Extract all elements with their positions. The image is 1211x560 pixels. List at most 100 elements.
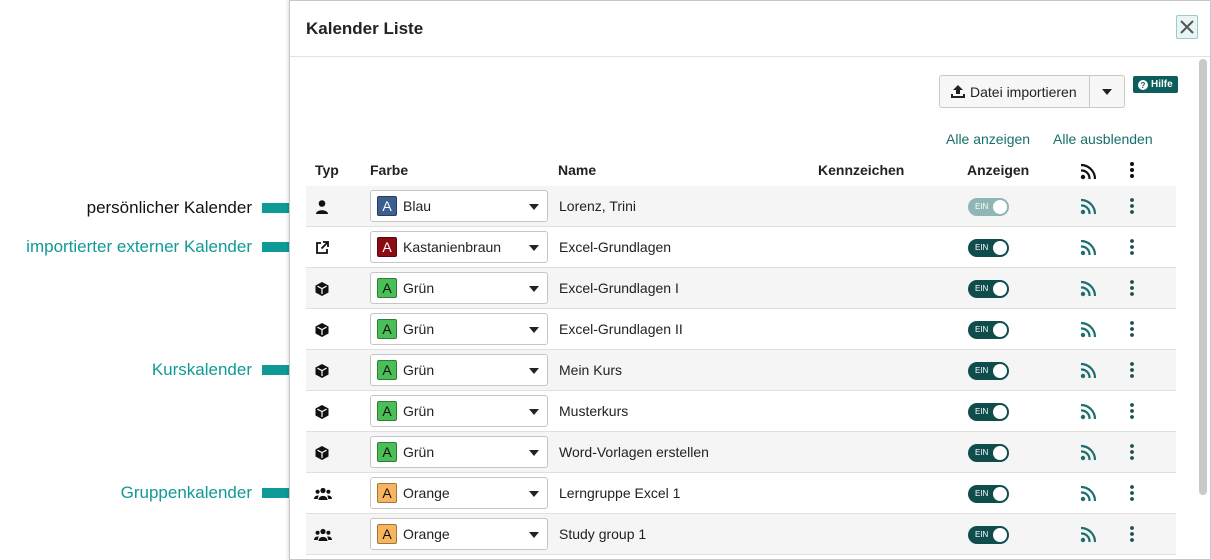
- close-icon: [1180, 20, 1194, 34]
- color-swatch: A: [377, 319, 397, 339]
- show-toggle[interactable]: EIN: [968, 198, 1009, 216]
- caret-down-icon: [1101, 88, 1112, 95]
- toggle-knob: [993, 487, 1007, 501]
- show-toggle[interactable]: EIN: [968, 485, 1009, 503]
- dialog-header: Kalender Liste: [290, 1, 1210, 57]
- show-toggle[interactable]: EIN: [968, 362, 1009, 380]
- row-more-options-icon[interactable]: [1129, 525, 1135, 543]
- course-cube-icon: [314, 445, 330, 461]
- scrollbar[interactable]: [1199, 59, 1207, 495]
- import-file-button[interactable]: Datei importieren: [939, 75, 1090, 108]
- show-toggle[interactable]: EIN: [968, 239, 1009, 257]
- rss-feed-icon[interactable]: [1080, 198, 1097, 215]
- color-select[interactable]: A Grün: [370, 313, 548, 345]
- group-icon: [314, 527, 332, 543]
- caret-down-icon: [529, 368, 539, 374]
- annotation-group-calendar: Gruppenkalender: [120, 483, 252, 502]
- row-more-options-icon[interactable]: [1129, 197, 1135, 215]
- table-row: A Grün Excel-Grundlagen II EIN: [306, 309, 1176, 350]
- row-more-options-icon[interactable]: [1129, 402, 1135, 420]
- table-row: A Orange Lerngruppe Excel 1 EIN: [306, 473, 1176, 514]
- toggle-label: EIN: [975, 530, 989, 539]
- row-more-options-icon[interactable]: [1129, 484, 1135, 502]
- color-select[interactable]: A Grün: [370, 395, 548, 427]
- color-select[interactable]: A Grün: [370, 272, 548, 304]
- show-toggle[interactable]: EIN: [968, 280, 1009, 298]
- header-name: Name: [558, 162, 597, 178]
- more-options-icon[interactable]: [1129, 161, 1135, 179]
- toggle-knob: [993, 364, 1007, 378]
- caret-down-icon: [529, 450, 539, 456]
- rss-feed-icon[interactable]: [1080, 485, 1097, 502]
- row-more-options-icon[interactable]: [1129, 238, 1135, 256]
- color-swatch: A: [377, 360, 397, 380]
- rss-feed-icon[interactable]: [1080, 239, 1097, 256]
- caret-down-icon: [529, 491, 539, 497]
- dialog-title: Kalender Liste: [306, 19, 424, 38]
- color-swatch: A: [377, 278, 397, 298]
- hide-all-link[interactable]: Alle ausblenden: [1053, 131, 1153, 147]
- color-select[interactable]: A Blau: [370, 190, 548, 222]
- show-toggle[interactable]: EIN: [968, 444, 1009, 462]
- group-icon: [314, 486, 332, 502]
- header-color: Farbe: [370, 162, 409, 178]
- rss-icon: [1080, 163, 1097, 180]
- calendar-name: Mein Kurs: [559, 362, 623, 378]
- row-more-options-icon[interactable]: [1129, 320, 1135, 338]
- calendar-name: Excel-Grundlagen I: [559, 280, 679, 296]
- import-button-group: Datei importieren: [939, 75, 1125, 108]
- toggle-label: EIN: [975, 243, 989, 252]
- calendar-name: Study group 1: [559, 526, 647, 542]
- svg-text:?: ?: [1141, 81, 1146, 90]
- course-cube-icon: [314, 404, 330, 420]
- table-header: Typ Farbe Name Kennzeichen Anzeigen: [306, 156, 1176, 187]
- upload-icon: [951, 84, 965, 98]
- rss-feed-icon[interactable]: [1080, 526, 1097, 543]
- toggle-knob: [993, 405, 1007, 419]
- help-button[interactable]: ? Hilfe: [1133, 76, 1178, 93]
- external-link-icon: [314, 240, 330, 256]
- row-more-options-icon[interactable]: [1129, 361, 1135, 379]
- row-more-options-icon[interactable]: [1129, 443, 1135, 461]
- question-icon: ?: [1138, 79, 1148, 90]
- rss-feed-icon[interactable]: [1080, 321, 1097, 338]
- toggle-knob: [993, 200, 1007, 214]
- annotation-personal-calendar: persönlicher Kalender: [86, 198, 252, 217]
- table-row: A Orange Study group 1 EIN: [306, 514, 1176, 555]
- header-type: Typ: [315, 162, 339, 178]
- show-all-link[interactable]: Alle anzeigen: [946, 131, 1030, 147]
- show-toggle[interactable]: EIN: [968, 321, 1009, 339]
- rss-feed-icon[interactable]: [1080, 444, 1097, 461]
- color-swatch: A: [377, 524, 397, 544]
- toggle-knob: [993, 446, 1007, 460]
- calendar-name: Lorenz, Trini: [559, 198, 637, 214]
- color-select-label: Grün: [403, 280, 435, 296]
- caret-down-icon: [529, 286, 539, 292]
- toggle-knob: [993, 241, 1007, 255]
- toggle-label: EIN: [975, 202, 989, 211]
- table-row: A Grün Mein Kurs EIN: [306, 350, 1176, 391]
- color-swatch: A: [377, 442, 397, 462]
- rss-feed-icon[interactable]: [1080, 403, 1097, 420]
- close-button[interactable]: [1176, 15, 1198, 39]
- color-swatch: A: [377, 196, 397, 216]
- table-row: A Grün Musterkurs EIN: [306, 391, 1176, 432]
- annotation-course-calendar: Kurskalender: [151, 360, 252, 379]
- caret-down-icon: [529, 245, 539, 251]
- color-select-label: Kastanienbraun: [403, 239, 502, 255]
- color-select[interactable]: A Grün: [370, 436, 548, 468]
- color-select[interactable]: A Kastanienbraun: [370, 231, 548, 263]
- rss-feed-icon[interactable]: [1080, 280, 1097, 297]
- toggle-label: EIN: [975, 448, 989, 457]
- color-select[interactable]: A Orange: [370, 477, 548, 509]
- color-select[interactable]: A Orange: [370, 518, 548, 550]
- import-dropdown-toggle[interactable]: [1089, 75, 1125, 108]
- show-toggle[interactable]: EIN: [968, 403, 1009, 421]
- row-more-options-icon[interactable]: [1129, 279, 1135, 297]
- show-toggle[interactable]: EIN: [968, 526, 1009, 544]
- color-select[interactable]: A Grün: [370, 354, 548, 386]
- help-label: Hilfe: [1151, 79, 1173, 90]
- rss-feed-icon[interactable]: [1080, 362, 1097, 379]
- annotation-imported-calendar: importierter externer Kalender: [26, 237, 252, 256]
- color-select-label: Blau: [403, 198, 432, 214]
